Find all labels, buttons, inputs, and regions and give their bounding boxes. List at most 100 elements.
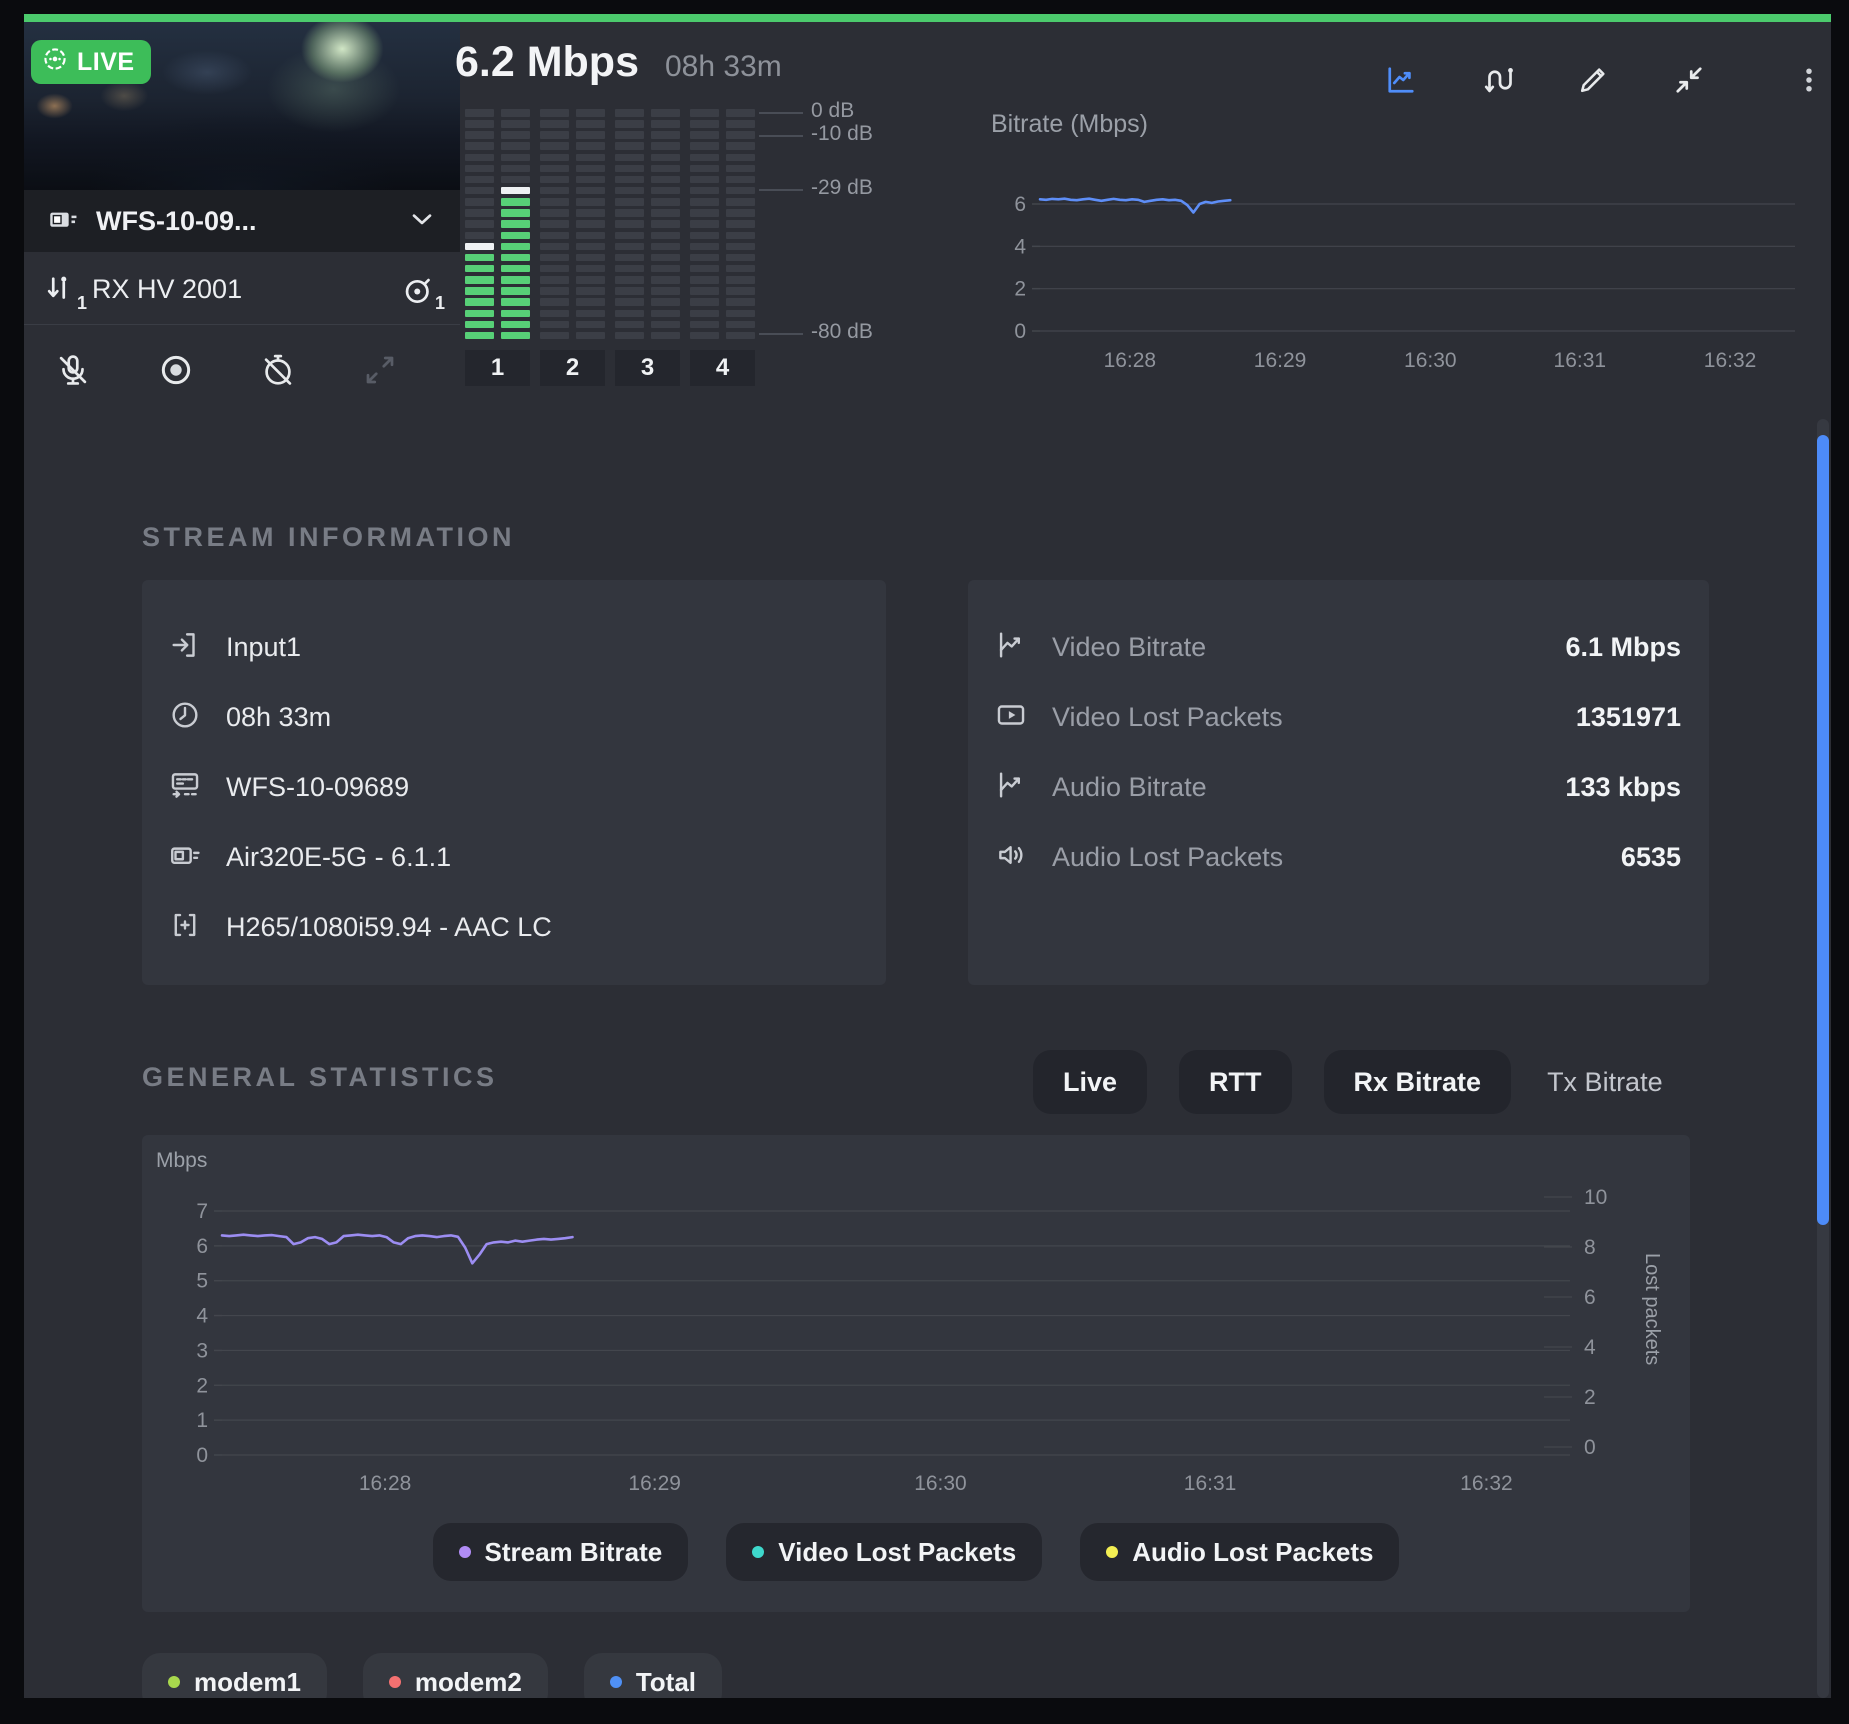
- stream-detail-text: 08h 33m: [226, 702, 331, 733]
- device-name: WFS-10-09...: [96, 206, 257, 237]
- stream-stat-row: Audio Bitrate 133 kbps: [994, 752, 1681, 822]
- live-badge-label: LIVE: [77, 48, 135, 77]
- audio-channel-label: 4: [690, 350, 755, 386]
- device-selector[interactable]: WFS-10-09...: [24, 190, 460, 252]
- filter-rx-bitrate[interactable]: Rx Bitrate: [1324, 1050, 1512, 1114]
- tally-eye-icon[interactable]: 1: [400, 272, 436, 308]
- svg-text:6: 6: [196, 1235, 208, 1258]
- legend-item[interactable]: Video Lost Packets: [726, 1523, 1042, 1581]
- audio-meter-bar: [501, 109, 530, 339]
- stream-stat-row: Video Bitrate 6.1 Mbps: [994, 612, 1681, 682]
- legend-item[interactable]: Stream Bitrate: [433, 1523, 689, 1581]
- db-tick-label: -80 dB: [811, 320, 873, 344]
- filter-live[interactable]: Live: [1033, 1050, 1147, 1114]
- db-tick: [759, 189, 803, 191]
- legend-color-dot: [459, 1546, 471, 1558]
- modem-legend-item[interactable]: modem2: [363, 1653, 548, 1698]
- bitrate-chart-icon: [994, 768, 1028, 807]
- svg-text:2: 2: [196, 1374, 208, 1397]
- modem-legend: modem1 modem2 Total: [142, 1653, 722, 1698]
- edit-pencil-icon[interactable]: [1571, 58, 1615, 102]
- legend-label: Stream Bitrate: [485, 1537, 663, 1568]
- kebab-menu-icon[interactable]: [1787, 58, 1831, 102]
- svg-text:16:32: 16:32: [1704, 349, 1757, 372]
- audio-meter-channel: 4: [690, 109, 755, 386]
- legend-label: Audio Lost Packets: [1132, 1537, 1373, 1568]
- general-statistics-panel: Mbps Lost packets 01234567024681016:2816…: [142, 1135, 1690, 1612]
- bitrate-summary: 6.2 Mbps 08h 33m: [455, 38, 782, 87]
- stream-detail-text: H265/1080i59.94 - AAC LC: [226, 912, 552, 943]
- stream-stat-label: Video Lost Packets: [1052, 702, 1283, 733]
- chevron-down-icon[interactable]: [406, 203, 438, 240]
- db-tick-label: -10 dB: [811, 122, 873, 146]
- audio-route-icon[interactable]: [1475, 58, 1519, 102]
- stream-information-title: STREAM INFORMATION: [142, 522, 515, 553]
- audio-meter-bar: [465, 109, 494, 339]
- mic-off-icon[interactable]: [54, 351, 92, 394]
- stream-detail-text: WFS-10-09689: [226, 772, 409, 803]
- current-bitrate: 6.2 Mbps: [455, 38, 639, 87]
- timer-off-icon[interactable]: [259, 351, 297, 394]
- audio-meter-channel: 3: [615, 109, 680, 386]
- receiver-row: 1 RX HV 2001 1: [24, 255, 460, 325]
- svg-text:16:31: 16:31: [1184, 1472, 1237, 1495]
- stream-stat-value: 133 kbps: [1565, 772, 1681, 803]
- legend-color-dot: [1106, 1546, 1118, 1558]
- svg-text:16:30: 16:30: [914, 1472, 967, 1495]
- camera-device-icon: [168, 838, 202, 877]
- chart-legend: Stream Bitrate Video Lost Packets Audio Lo…: [142, 1523, 1690, 1581]
- stream-stat-label: Audio Bitrate: [1052, 772, 1207, 803]
- live-status-badge: LIVE: [31, 40, 151, 84]
- svg-text:10: 10: [1584, 1186, 1607, 1209]
- filter-tx-bitrate[interactable]: Tx Bitrate: [1543, 1050, 1667, 1114]
- modem-label: Total: [636, 1667, 696, 1698]
- tally-count-badge: 1: [435, 293, 445, 314]
- modem-color-dot: [610, 1676, 622, 1688]
- stream-stat-label: Audio Lost Packets: [1052, 842, 1283, 873]
- stream-controls: [24, 330, 460, 414]
- scrollbar-thumb[interactable]: [1817, 435, 1829, 1225]
- audio-meter-bar: [615, 109, 644, 339]
- card-actions: [1379, 58, 1831, 102]
- db-tick-label: -29 dB: [811, 176, 873, 200]
- sdi-device-icon: [168, 768, 202, 807]
- stream-stat-label: Video Bitrate: [1052, 632, 1206, 663]
- video-preview-thumbnail[interactable]: LIVE: [24, 22, 460, 190]
- collapse-icon[interactable]: [1667, 58, 1711, 102]
- modem-legend-item[interactable]: Total: [584, 1653, 722, 1698]
- modem-legend-item[interactable]: modem1: [142, 1653, 327, 1698]
- stream-stat-row: Video Lost Packets1351971: [994, 682, 1681, 752]
- bitrate-chart: 024616:2816:2916:3016:3116:32: [974, 182, 1804, 392]
- live-transmission-icon: [41, 45, 69, 80]
- filter-rtt[interactable]: RTT: [1179, 1050, 1291, 1114]
- video-icon: [994, 698, 1028, 737]
- chart-view-icon[interactable]: [1379, 58, 1423, 102]
- svg-text:8: 8: [1584, 1236, 1596, 1259]
- svg-text:1: 1: [196, 1409, 208, 1432]
- svg-text:5: 5: [196, 1270, 208, 1293]
- legend-item[interactable]: Audio Lost Packets: [1080, 1523, 1399, 1581]
- interface-count-badge: 1: [77, 293, 87, 314]
- db-tick-label: 0 dB: [811, 99, 854, 123]
- stream-details-panel: Input108h 33mWFS-10-09689Air320E-5G - 6.…: [142, 580, 886, 985]
- general-statistics-title: GENERAL STATISTICS: [142, 1062, 498, 1093]
- legend-label: Video Lost Packets: [778, 1537, 1016, 1568]
- receiver-name: RX HV 2001: [92, 274, 242, 305]
- svg-text:0: 0: [1014, 320, 1026, 343]
- audio-channel-label: 3: [615, 350, 680, 386]
- stream-stat-value: 6.1 Mbps: [1565, 632, 1681, 663]
- svg-text:0: 0: [1584, 1436, 1596, 1459]
- svg-text:2: 2: [1014, 278, 1026, 301]
- db-scale: 0 dB-10 dB -29 dB -80 dB: [759, 14, 919, 414]
- svg-text:4: 4: [1014, 235, 1026, 258]
- expand-icon[interactable]: [362, 352, 398, 393]
- svg-text:16:29: 16:29: [628, 1472, 681, 1495]
- bitrate-chart-title: Bitrate (Mbps): [991, 110, 1148, 139]
- svg-text:7: 7: [196, 1200, 208, 1223]
- audio-meter-bar: [540, 109, 569, 339]
- stream-detail-row: Air320E-5G - 6.1.1: [168, 822, 858, 892]
- svg-text:2: 2: [1584, 1386, 1596, 1409]
- record-icon[interactable]: [157, 351, 195, 394]
- stream-detail-text: Air320E-5G - 6.1.1: [226, 842, 451, 873]
- svg-text:6: 6: [1014, 193, 1026, 216]
